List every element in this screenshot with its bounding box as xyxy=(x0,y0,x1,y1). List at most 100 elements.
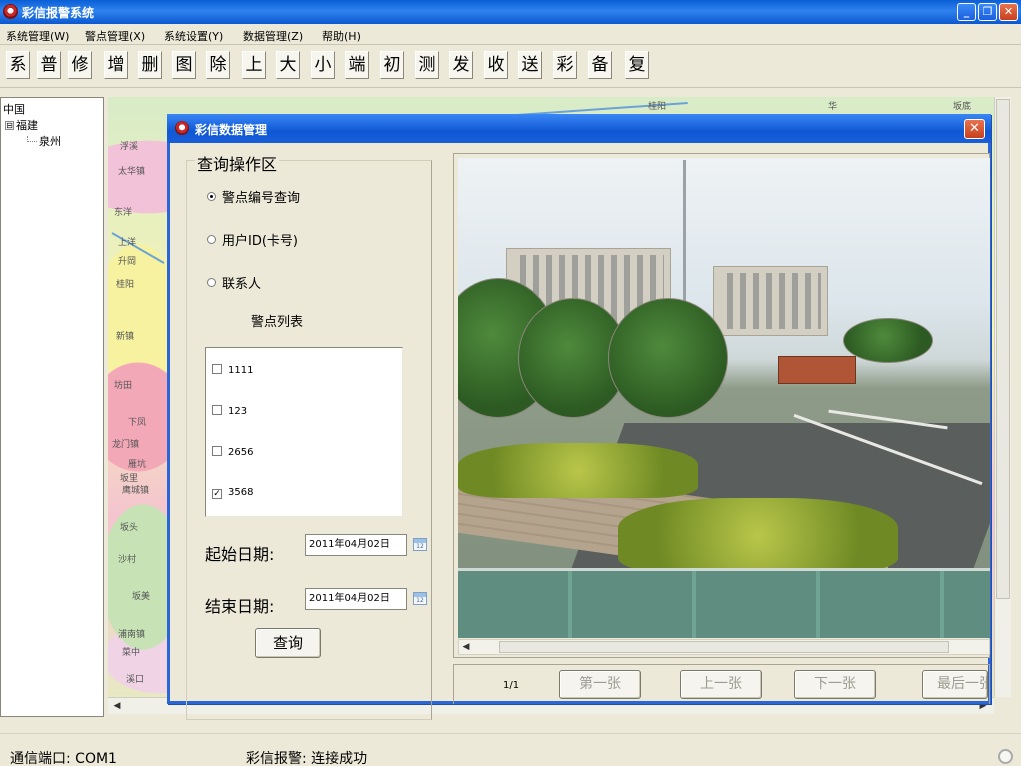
tree-node-province-label: 福建 xyxy=(16,119,38,132)
next-image-button[interactable]: 下一张 xyxy=(794,670,876,699)
toolbar-button-11[interactable]: 端 xyxy=(345,51,369,79)
map-label: 鹰城镇 xyxy=(122,486,150,496)
toolbar-button-14[interactable]: 发 xyxy=(449,51,473,79)
map-label: 浮溪 xyxy=(120,142,139,152)
radio-contact[interactable]: 联系人 xyxy=(207,273,261,292)
tree-node-city[interactable]: 泉州 xyxy=(27,133,61,149)
toolbar: 系 普 修 增 删 图 除 上 大 小 端 初 测 发 收 送 彩 备 复 xyxy=(0,46,1021,88)
toolbar-button-19[interactable]: 复 xyxy=(625,51,649,79)
radio-icon[interactable] xyxy=(207,278,216,287)
restore-button[interactable]: ❐ xyxy=(978,3,997,21)
radio-icon[interactable] xyxy=(207,192,216,201)
photo-building xyxy=(713,266,828,336)
tree-node-province[interactable]: ⊟ 福建 xyxy=(5,117,38,133)
photo-tree xyxy=(608,298,728,418)
menu-data[interactable]: 数据管理(Z) xyxy=(243,28,303,44)
status-indicator-icon xyxy=(998,749,1013,764)
last-image-button[interactable]: 最后一张 xyxy=(922,670,988,699)
scroll-left-icon[interactable]: ◀ xyxy=(459,640,473,654)
map-label: 坂底 xyxy=(953,102,972,112)
list-item[interactable]: 2656 xyxy=(212,446,253,458)
scroll-thumb[interactable] xyxy=(996,99,1010,599)
toolbar-button-5[interactable]: 删 xyxy=(138,51,162,79)
calendar-icon[interactable]: 12 xyxy=(413,538,427,551)
point-listbox[interactable]: 1111 123 2656 ✓ 3568 xyxy=(205,347,403,517)
photo-roof xyxy=(458,568,990,638)
checkbox[interactable] xyxy=(212,364,222,374)
minimize-icon: _ xyxy=(963,5,970,18)
toolbar-button-9[interactable]: 大 xyxy=(276,51,300,79)
end-date-field[interactable]: 2011年04月02日 xyxy=(305,588,407,610)
map-label: 太华镇 xyxy=(118,167,146,177)
first-image-button[interactable]: 第一张 xyxy=(559,670,641,699)
prev-image-button[interactable]: 上一张 xyxy=(680,670,762,699)
region-tree: 中国 ⊟ 福建 泉州 xyxy=(0,97,104,717)
radio-user-id[interactable]: 用户ID(卡号) xyxy=(207,230,298,249)
mms-photo xyxy=(458,158,990,638)
start-date-label: 起始日期: xyxy=(205,545,275,564)
toolbar-button-2[interactable]: 普 xyxy=(37,51,61,79)
photo-hedge xyxy=(618,498,898,573)
toolbar-button-12[interactable]: 初 xyxy=(380,51,404,79)
map-label: 坂头 xyxy=(120,523,139,533)
toolbar-button-3[interactable]: 修 xyxy=(68,51,92,79)
close-button[interactable]: ✕ xyxy=(999,3,1018,21)
dialog-app-icon xyxy=(175,121,189,135)
menu-settings[interactable]: 系统设置(Y) xyxy=(164,28,223,44)
map-label: 菜中 xyxy=(122,648,141,658)
toolbar-button-17[interactable]: 彩 xyxy=(553,51,577,79)
start-date-field[interactable]: 2011年04月02日 xyxy=(305,534,407,556)
toolbar-button-18[interactable]: 备 xyxy=(588,51,612,79)
close-icon: ✕ xyxy=(969,121,980,136)
minimize-button[interactable]: _ xyxy=(957,3,976,21)
query-button[interactable]: 查询 xyxy=(255,628,321,658)
toolbar-button-1[interactable]: 系 xyxy=(6,51,30,79)
image-horizontal-scrollbar[interactable]: ◀ xyxy=(458,639,990,655)
app-window: 彩信报警系统 _ ❐ ✕ 系统管理(W) 警点管理(X) 系统设置(Y) 数据管… xyxy=(0,0,1021,766)
map-label: 桂阳 xyxy=(648,102,667,112)
toolbar-button-6[interactable]: 图 xyxy=(172,51,196,79)
dialog-title-bar: 彩信数据管理 ✕ xyxy=(167,114,991,143)
list-item-label: 3568 xyxy=(228,487,254,498)
map-label: 桂阳 xyxy=(116,280,135,290)
collapse-icon[interactable]: ⊟ xyxy=(5,121,14,130)
map-label: 浦南镇 xyxy=(118,630,146,640)
toolbar-button-4[interactable]: 增 xyxy=(104,51,128,79)
toolbar-button-7[interactable]: 除 xyxy=(206,51,230,79)
map-vertical-scrollbar[interactable] xyxy=(994,97,1011,697)
toolbar-button-8[interactable]: 上 xyxy=(242,51,266,79)
toolbar-button-16[interactable]: 送 xyxy=(518,51,542,79)
checkbox[interactable] xyxy=(212,405,222,415)
image-viewer: ◀ xyxy=(453,153,990,658)
scroll-thumb[interactable] xyxy=(499,641,949,653)
map-label: 沙村 xyxy=(118,555,137,565)
close-icon: ✕ xyxy=(1003,5,1014,18)
toolbar-button-15[interactable]: 收 xyxy=(484,51,508,79)
menu-system[interactable]: 系统管理(W) xyxy=(6,28,69,44)
scroll-left-icon[interactable]: ◀ xyxy=(110,699,124,713)
query-group: 查询操作区 警点编号查询 用户ID(卡号) 联系人 警点列表 1111 123 … xyxy=(186,151,432,720)
list-item[interactable]: 1111 xyxy=(212,364,253,376)
dialog-close-button[interactable]: ✕ xyxy=(964,119,985,139)
radio-point-id[interactable]: 警点编号查询 xyxy=(207,187,300,206)
list-item[interactable]: ✓ 3568 xyxy=(212,487,253,499)
tree-node-root[interactable]: 中国 xyxy=(3,101,25,117)
radio-icon[interactable] xyxy=(207,235,216,244)
tree-branch-line xyxy=(27,136,37,142)
radio-point-id-label: 警点编号查询 xyxy=(222,191,301,206)
toolbar-button-13[interactable]: 测 xyxy=(415,51,439,79)
checkbox-checked[interactable]: ✓ xyxy=(212,489,222,499)
title-bar: 彩信报警系统 _ ❐ ✕ xyxy=(0,0,1021,24)
list-item-label: 2656 xyxy=(228,447,254,458)
menu-points[interactable]: 警点管理(X) xyxy=(85,28,145,44)
list-item[interactable]: 123 xyxy=(212,405,247,417)
map-label: 下凤 xyxy=(128,418,147,428)
status-alarm: 彩信报警: 连接成功 xyxy=(246,751,368,766)
map-label: 坊田 xyxy=(114,381,133,391)
toolbar-button-10[interactable]: 小 xyxy=(311,51,335,79)
map-label: 升岡 xyxy=(118,257,137,267)
calendar-icon[interactable]: 12 xyxy=(413,592,427,605)
menu-help[interactable]: 帮助(H) xyxy=(322,28,361,44)
checkbox[interactable] xyxy=(212,446,222,456)
map-label: 溪口 xyxy=(126,675,145,685)
